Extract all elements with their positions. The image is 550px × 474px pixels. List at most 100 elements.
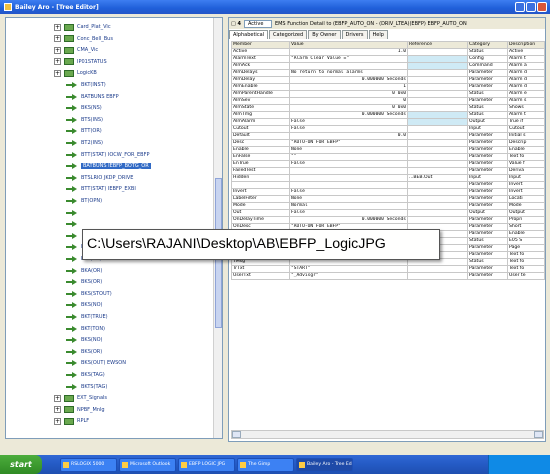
value-cell[interactable]: False xyxy=(289,125,408,133)
tree-folder[interactable]: + LogicKB xyxy=(54,68,97,78)
expand-icon[interactable]: + xyxy=(54,394,61,402)
value-cell[interactable]: None xyxy=(289,146,408,154)
tree-item[interactable]: BTT(STAT) IOCW_FOR_EBFP xyxy=(66,150,149,160)
tree-item[interactable]: BTSLRIO JKDP_DRIVE xyxy=(66,173,133,183)
minimize-icon[interactable] xyxy=(515,2,525,12)
tree-item[interactable]: BATBUNS EBFP xyxy=(66,92,119,102)
scroll-left-icon[interactable] xyxy=(232,431,241,438)
tree-item[interactable]: BTS(INS) xyxy=(66,115,103,125)
tree-item[interactable]: BKS(OUT) EWSON xyxy=(66,358,126,368)
tree-item[interactable]: BTT(STAT) IEBFP_EXBI xyxy=(66,184,136,194)
tab-categorized[interactable]: Categorized xyxy=(269,30,308,39)
tree-folder[interactable]: + Conc_Bell_Bus xyxy=(54,34,113,44)
tree-item[interactable]: BT2(INS) xyxy=(66,138,103,148)
table-row[interactable]: AlmSev 0 Parameter Alarm s xyxy=(231,97,545,105)
maximize-icon[interactable] xyxy=(526,2,536,12)
tree-item[interactable]: BKS(STOUT) xyxy=(66,289,112,299)
tree-item[interactable]: BT(OPN) xyxy=(66,196,102,206)
table-row[interactable]: AlmTmg 0.000000 Seconds Status Alarm t xyxy=(231,111,545,119)
tab-help[interactable]: Help xyxy=(368,30,388,39)
table-row[interactable]: AlarmText "Alarm Clear Value =" Config Alar… xyxy=(231,55,545,63)
tree-item[interactable]: BKS(OR) xyxy=(66,277,102,287)
table-row[interactable]: EnFalse "" Parameter Text fo xyxy=(231,153,545,161)
value-cell[interactable]: 0.000000 Seconds xyxy=(289,111,408,119)
tree-folder[interactable]: + IP01STATUS xyxy=(54,57,107,67)
value-cell[interactable]: No return to normal alarms xyxy=(289,69,408,77)
table-row[interactable]: Active 1.0 Status Active xyxy=(231,48,545,56)
value-cell[interactable]: False xyxy=(289,160,408,168)
tree-item[interactable] xyxy=(66,208,81,218)
tree-item[interactable] xyxy=(66,219,81,229)
mode-select[interactable]: Active xyxy=(243,19,272,28)
tab-alphabetical[interactable]: Alphabetical xyxy=(229,30,269,39)
tree-item[interactable]: BKS(NS) xyxy=(66,103,102,113)
taskbar-button[interactable]: RSLOGIX 5000 xyxy=(60,457,117,472)
table-row[interactable]: OnDelayTime 0.000000 Seconds Parameter Prop… xyxy=(231,216,545,224)
value-cell[interactable]: 0.0 xyxy=(289,132,408,140)
table-row[interactable]: Desc "AUTO-ON FOR EBFP" Parameter Descrip xyxy=(231,139,545,147)
value-cell[interactable]: False xyxy=(289,209,408,217)
table-row[interactable]: AlmAlarm False Output True if xyxy=(231,118,545,126)
value-cell[interactable]: 1.0 xyxy=(289,48,408,56)
value-cell[interactable] xyxy=(289,174,408,182)
expand-icon[interactable]: + xyxy=(54,23,61,31)
taskbar-button[interactable]: EBFP LOGIC JPG xyxy=(178,457,235,472)
table-row[interactable]: Out False Output Output xyxy=(231,209,545,217)
column-header[interactable]: Member xyxy=(231,41,290,49)
value-cell[interactable]: "Alarm Clear Value =" xyxy=(289,55,408,63)
tree-item[interactable]: BATBUNS IEBFP_BOTG_OR xyxy=(66,161,151,171)
tree-folder[interactable]: + NPBF_Mnlg xyxy=(54,405,105,415)
tree-item[interactable]: BKT(TON) xyxy=(66,324,105,334)
table-row[interactable]: FailedTest Parameter Deriva xyxy=(231,167,545,175)
tree-item[interactable]: BTT(OR) xyxy=(66,126,102,136)
value-cell[interactable]: "" xyxy=(289,153,408,161)
table-row[interactable]: Mode Normal Parameter Mode xyxy=(231,202,545,210)
expand-icon[interactable]: + xyxy=(54,46,61,54)
table-row[interactable]: Hidden ...BEB.Out Input Input xyxy=(231,174,545,182)
table-row[interactable]: AlmParentHandle 0 0x0 Status Alarm e xyxy=(231,90,545,98)
column-header[interactable]: Description xyxy=(507,41,545,49)
start-button[interactable]: start xyxy=(0,455,42,474)
table-row[interactable]: Parameter Invert xyxy=(231,181,545,189)
value-cell[interactable]: 0.000000 Seconds xyxy=(289,76,408,84)
expand-icon[interactable]: + xyxy=(54,58,61,66)
tree-item[interactable]: BKS(TAG) xyxy=(66,370,105,380)
column-header[interactable]: Reference xyxy=(407,41,468,49)
expand-icon[interactable]: + xyxy=(54,406,61,414)
tree-view[interactable]: + Card_Plat_Vic + Conc_Bell_Bus + CMA_Vic + IP0… xyxy=(5,17,223,439)
tree-scrollbar[interactable] xyxy=(213,18,222,438)
tree-item[interactable]: BKA(OR) xyxy=(66,266,102,276)
column-header[interactable]: Value xyxy=(289,41,408,49)
scroll-right-icon[interactable] xyxy=(534,431,543,438)
tree-folder[interactable]: + EXT_Signals xyxy=(54,393,107,403)
table-row[interactable]: UserTxt "_Advisgr" Parameter User te xyxy=(231,272,545,280)
value-cell[interactable]: 0 0x0 xyxy=(289,104,408,112)
value-cell[interactable] xyxy=(289,62,408,70)
table-row[interactable]: AlmAck Command Alarm a xyxy=(231,62,545,70)
tree-item[interactable] xyxy=(66,231,81,241)
grid-horizontal-scrollbar[interactable] xyxy=(231,430,544,439)
value-cell[interactable]: "START" xyxy=(289,265,408,273)
expand-icon[interactable]: + xyxy=(54,417,61,425)
table-row[interactable]: AlmState 0 0x0 Status Shows xyxy=(231,104,545,112)
value-cell[interactable] xyxy=(289,181,408,189)
value-cell[interactable]: "AUTO-ON FOR EBFP" xyxy=(289,139,408,147)
tree-item[interactable]: BKS(OR) xyxy=(66,347,102,357)
taskbar-button[interactable]: Bailey Aro - Tree Ed xyxy=(296,457,353,472)
value-cell[interactable]: 0 xyxy=(289,97,408,105)
tree-item[interactable]: BKTS(TAG) xyxy=(66,382,107,392)
table-row[interactable]: Invert False Parameter Invert xyxy=(231,188,545,196)
tab-drivers[interactable]: Drivers xyxy=(341,30,368,39)
window-title-bar[interactable]: Bailey Aro - [Tree Editor] xyxy=(0,0,550,14)
tree-folder[interactable]: + Card_Plat_Vic xyxy=(54,22,111,32)
table-row[interactable]: AlmEnable 1 Parameter Alarm d xyxy=(231,83,545,91)
value-cell[interactable]: "_Advisgr" xyxy=(289,272,408,280)
table-row[interactable]: Default 0.0 Parameter Initial s xyxy=(231,132,545,140)
table-row[interactable]: TrTxt "START" Parameter Text fo xyxy=(231,265,545,273)
table-row[interactable]: Enable None Parameter Enable xyxy=(231,146,545,154)
tab-by-owner[interactable]: By Owner xyxy=(308,30,341,39)
tree-item[interactable]: BKS(NO) xyxy=(66,335,102,345)
table-row[interactable]: EnTrue False Parameter Value f xyxy=(231,160,545,168)
tree-item[interactable]: BKT(TRUE) xyxy=(66,312,108,322)
taskbar-button[interactable]: The Gimp xyxy=(237,457,294,472)
